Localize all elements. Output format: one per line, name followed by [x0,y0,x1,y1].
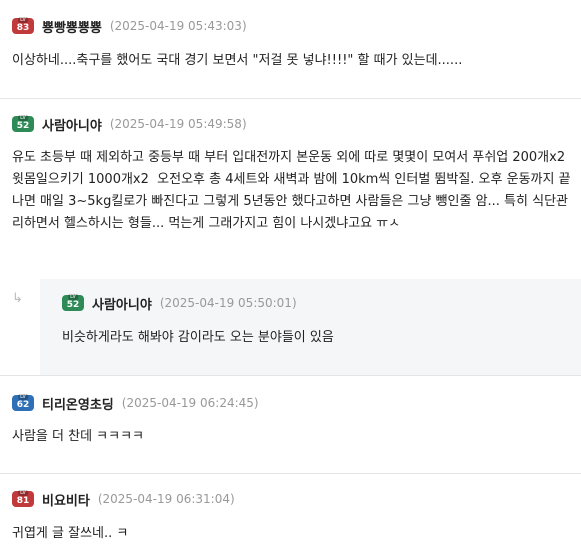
comment-divider [0,473,581,474]
level-badge-number: 83 [16,23,30,33]
level-badge-number: 52 [66,300,80,310]
level-badge: LV 81 [12,490,34,507]
comment-header: LV 62 티리온영초딩 (2025-04-19 06:24:45) [12,393,259,413]
comment-text: 비슷하게라도 해봐야 감이라도 오는 분야들이 있음 [62,330,334,345]
comment-text: 사람을 더 찬데 ㅋㅋㅋㅋ [12,429,144,444]
level-badge-label: LV [18,115,28,121]
comment-timestamp: (2025-04-19 05:50:01) [159,296,297,310]
level-badge-number: 52 [16,121,30,131]
comment-divider [0,375,581,376]
level-badge-number: 81 [16,496,30,506]
comment-nickname[interactable]: 비요비타 [42,490,90,509]
level-badge: LV 52 [12,115,34,132]
level-badge-label: LV [18,17,28,23]
comment-nickname[interactable]: 사람아니야 [92,294,152,313]
comment-nickname[interactable]: 뿅빵뿅뿅뿅 [42,17,102,36]
reply-arrow-icon: ↳ [12,291,23,306]
comment-text: 귀엽게 글 잘쓰네.. ㅋ [12,526,129,541]
comment-header: LV 52 사람아니야 (2025-04-19 05:50:01) [62,293,297,313]
comment-timestamp: (2025-04-19 05:49:58) [109,117,247,131]
comment-text: 이상하네....축구를 했어도 국대 경기 보면서 "저걸 못 넣냐!!!!" … [12,53,463,68]
level-badge: LV 83 [12,17,34,34]
comment-nickname[interactable]: 사람아니야 [42,115,102,134]
comment-timestamp: (2025-04-19 06:31:04) [97,492,235,506]
comment-text: 유도 초등부 때 제외하고 중등부 때 부터 입대전까지 본운동 외에 따로 몇… [12,150,571,231]
level-badge-label: LV [68,294,78,300]
level-badge-number: 62 [16,400,30,410]
comment-header: LV 52 사람아니야 (2025-04-19 05:49:58) [12,114,247,134]
level-badge-label: LV [18,394,28,400]
comment-divider [0,98,581,99]
level-badge: LV 52 [62,294,84,311]
comment-timestamp: (2025-04-19 05:43:03) [109,19,247,33]
comment-timestamp: (2025-04-19 06:24:45) [121,396,259,410]
level-badge-label: LV [18,490,28,496]
level-badge: LV 62 [12,394,34,411]
comment-nickname[interactable]: 티리온영초딩 [42,394,114,413]
comment-header: LV 83 뿅빵뿅뿅뿅 (2025-04-19 05:43:03) [12,16,247,36]
comment-header: LV 81 비요비타 (2025-04-19 06:31:04) [12,489,235,509]
